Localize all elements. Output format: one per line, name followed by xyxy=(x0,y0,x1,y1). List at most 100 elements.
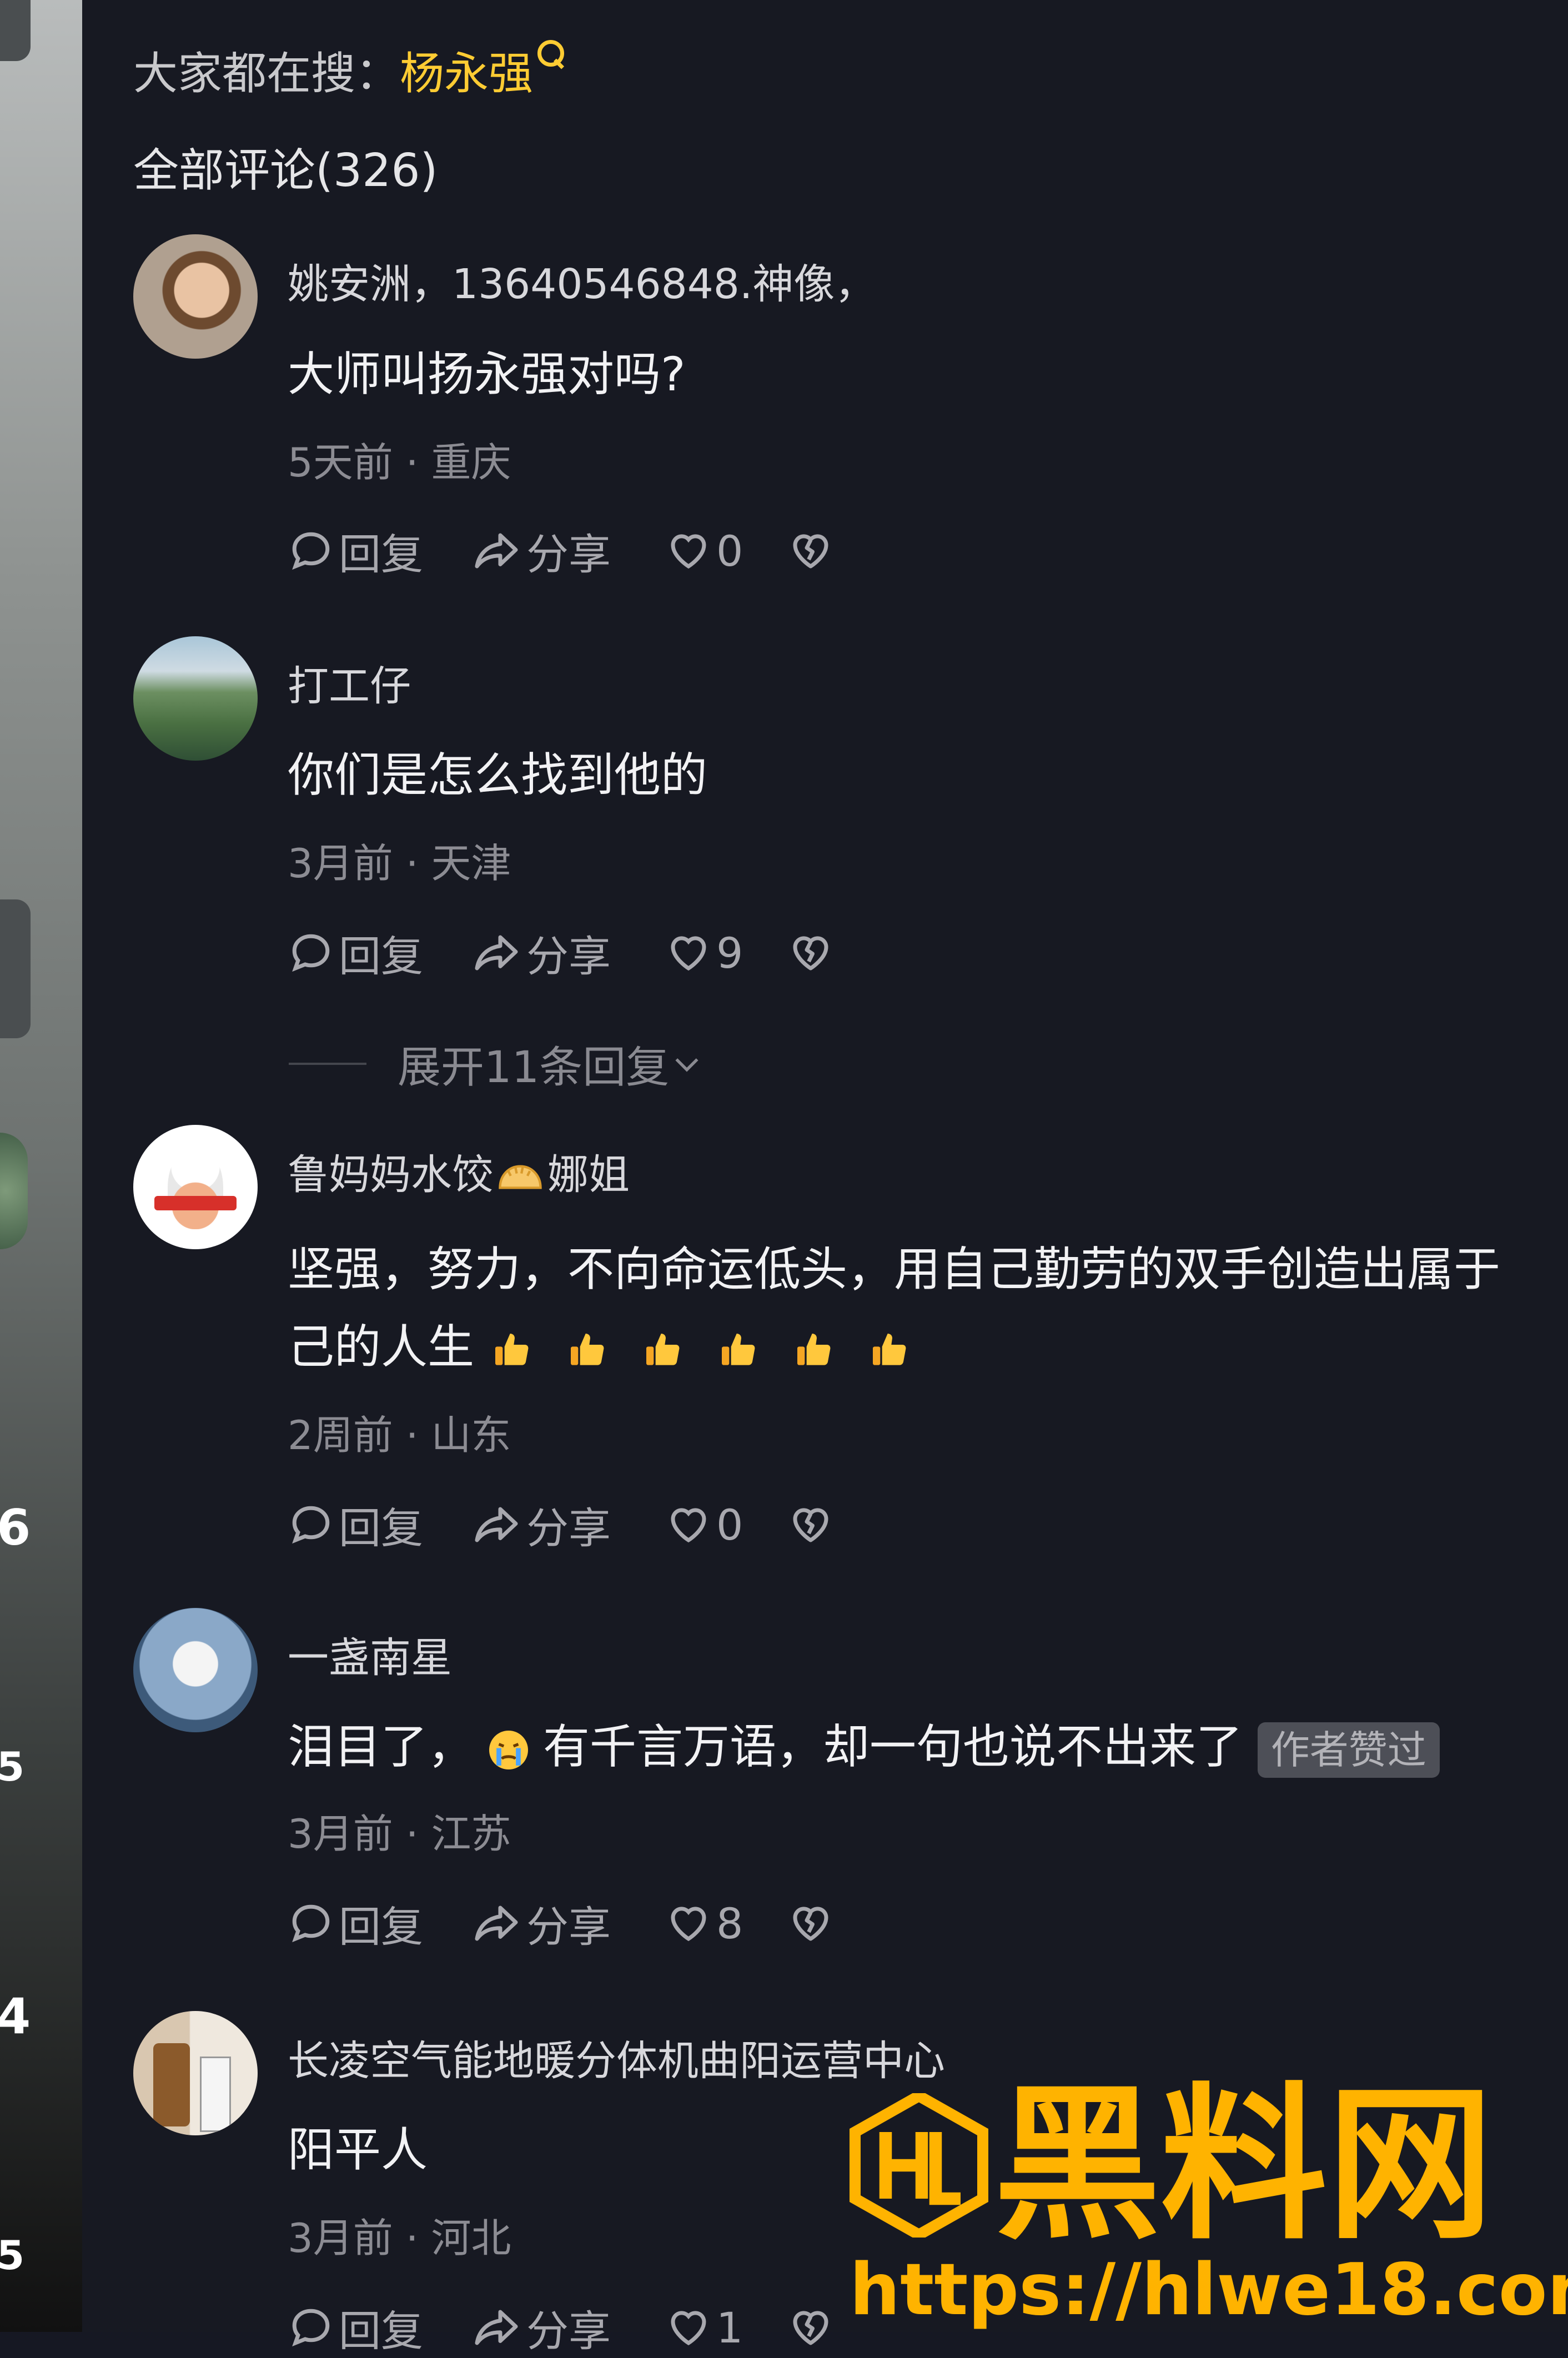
dislike-button[interactable] xyxy=(787,2300,838,2355)
like-button[interactable]: 8 xyxy=(665,1896,743,1951)
comment-location: 河北 xyxy=(431,2215,511,2261)
reply-label: 回复 xyxy=(339,1504,423,1553)
comment-text-part: 泪目了， xyxy=(288,1720,475,1774)
share-label: 分享 xyxy=(526,530,611,579)
thumbs-up-emoji xyxy=(722,1334,755,1365)
like-button[interactable]: 0 xyxy=(665,523,743,579)
dislike-button[interactable] xyxy=(787,925,838,981)
reply-button[interactable]: 回复 xyxy=(288,2300,423,2356)
like-button[interactable]: 9 xyxy=(665,925,743,981)
comment-meta: 3月前 · 江苏 xyxy=(288,1801,511,1859)
strip-number: 4 xyxy=(0,1988,31,2045)
strip-card xyxy=(0,899,31,1038)
search-keyword[interactable]: 杨永强 xyxy=(400,48,533,99)
comment-location: 山东 xyxy=(431,1412,511,1459)
dislike-icon xyxy=(793,2311,828,2345)
dislike-icon xyxy=(793,534,828,569)
comments-count-title: 全部评论(326) xyxy=(133,144,438,197)
share-button[interactable]: 分享 xyxy=(471,925,611,981)
comment-meta: 5天前 · 重庆 xyxy=(288,430,511,488)
search-icon[interactable] xyxy=(537,40,564,67)
reply-button[interactable]: 回复 xyxy=(288,523,423,579)
share-button[interactable]: 分享 xyxy=(471,1896,611,1952)
watermark-url: https://hlwe18.com xyxy=(850,2249,1568,2331)
reply-label: 回复 xyxy=(339,530,423,579)
avatar-speaker xyxy=(153,2043,190,2126)
thumbs-up-emoji xyxy=(571,1334,604,1365)
reply-button[interactable]: 回复 xyxy=(288,1497,423,1553)
dislike-icon xyxy=(793,936,828,971)
dislike-button[interactable] xyxy=(787,1896,838,1951)
heart-icon xyxy=(671,1907,706,1942)
avatar-band xyxy=(154,1196,237,1210)
comment-time: 3月前 xyxy=(288,1811,393,1857)
avatar[interactable] xyxy=(133,2011,258,2135)
comment-username[interactable]: 打工仔 xyxy=(288,653,411,712)
avatar[interactable] xyxy=(133,636,258,761)
strip-number: 5 xyxy=(0,1743,25,1790)
strip-avatar xyxy=(0,1133,28,1249)
username-part: 鲁妈妈水饺 xyxy=(288,1151,493,1199)
dislike-button[interactable] xyxy=(787,1497,838,1552)
avatar[interactable] xyxy=(133,1608,258,1732)
share-button[interactable]: 分享 xyxy=(471,1497,611,1553)
heart-icon xyxy=(671,2311,706,2346)
comment-text: 你们是怎么找到他的 xyxy=(288,748,708,802)
reply-label: 回复 xyxy=(339,932,423,981)
comment-text: 己的人生 xyxy=(288,1320,475,1374)
share-button[interactable]: 分享 xyxy=(471,2300,611,2356)
expand-replies-button[interactable]: 展开11条回复 xyxy=(289,1033,705,1095)
thumbs-up-emoji xyxy=(797,1334,831,1365)
comment-icon xyxy=(292,1506,330,1544)
share-icon xyxy=(475,533,518,569)
share-icon xyxy=(475,1905,518,1941)
share-icon xyxy=(475,935,518,971)
expand-replies-label: 展开11条回复 xyxy=(398,1043,670,1093)
comment-username[interactable]: 鲁妈妈水饺 娜姐 xyxy=(288,1142,630,1201)
watermark-logo-icon xyxy=(850,2093,988,2238)
like-count: 8 xyxy=(716,1898,743,1948)
comment-text-line: 坚强，努力，不向命运低头，用自己勤劳的双手创造出属于 xyxy=(288,1242,1501,1296)
search-suggestion-label: 大家都在搜： xyxy=(133,48,400,99)
divider xyxy=(289,1063,366,1065)
like-count: 1 xyxy=(716,2302,743,2352)
strip-number: 6 xyxy=(0,1499,31,1556)
comment-meta: 2周前 · 山东 xyxy=(288,1402,511,1461)
comment-location: 重庆 xyxy=(431,439,511,486)
thumbs-up-emoji xyxy=(646,1334,680,1365)
reply-label: 回复 xyxy=(339,2306,423,2356)
comment-text-part: 有千言万语，却一句也说不出来了 xyxy=(543,1720,1243,1774)
comment-username[interactable]: 一盏南星 xyxy=(288,1625,452,1684)
heart-icon xyxy=(671,1508,706,1543)
meta-separator: · xyxy=(393,840,431,887)
search-suggestion[interactable]: 大家都在搜：杨永强 xyxy=(133,38,564,102)
meta-separator: · xyxy=(393,1412,431,1459)
share-label: 分享 xyxy=(526,932,611,981)
thumbs-up-emoji xyxy=(495,1334,529,1365)
like-count: 0 xyxy=(716,1500,743,1550)
comments-panel: 大家都在搜：杨永强 全部评论(326) 姚安洲，13640546848.神像， … xyxy=(82,0,1568,2356)
author-liked-badge: 作者赞过 xyxy=(1257,1722,1440,1778)
like-count: 9 xyxy=(716,928,743,978)
comment-username[interactable]: 长凌空气能地暖分体机曲阳运营中心 xyxy=(288,2028,945,2087)
comment-location: 江苏 xyxy=(431,1811,511,1857)
share-label: 分享 xyxy=(526,1902,611,1952)
comment-time: 2周前 xyxy=(288,1412,393,1459)
like-button[interactable]: 0 xyxy=(665,1497,743,1552)
like-button[interactable]: 1 xyxy=(665,2300,743,2355)
like-count: 0 xyxy=(716,526,743,576)
reply-button[interactable]: 回复 xyxy=(288,925,423,981)
reply-label: 回复 xyxy=(339,1902,423,1952)
dislike-button[interactable] xyxy=(787,523,838,579)
chef-graphic xyxy=(168,1146,223,1229)
avatar[interactable] xyxy=(133,234,258,359)
meta-separator: · xyxy=(393,439,431,486)
comment-location: 天津 xyxy=(431,840,511,887)
avatar[interactable] xyxy=(133,1125,258,1249)
comment-time: 3月前 xyxy=(288,2215,393,2261)
strip-number: 5 xyxy=(0,2232,25,2279)
reply-button[interactable]: 回复 xyxy=(288,1896,423,1952)
comment-username[interactable]: 姚安洲，13640546848.神像， xyxy=(288,251,876,310)
share-button[interactable]: 分享 xyxy=(471,523,611,579)
comment-icon xyxy=(292,532,330,570)
